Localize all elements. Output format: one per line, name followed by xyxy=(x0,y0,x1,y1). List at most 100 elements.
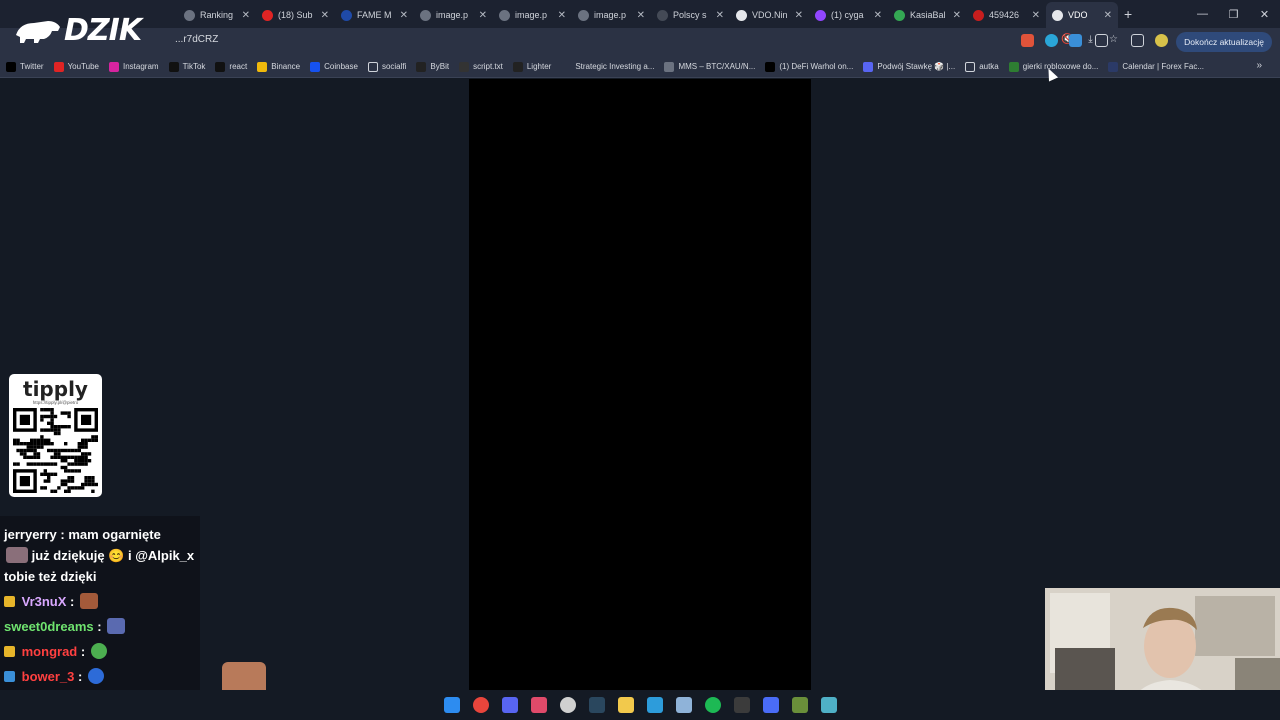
chat-message: sweet0dreams : xyxy=(4,616,196,637)
qr-module xyxy=(50,442,54,446)
windows-icon[interactable] xyxy=(443,697,460,713)
bookmark-label: gierki robloxowe do... xyxy=(1022,62,1099,71)
bookmark-item[interactable]: Calendar | Forex Fac... xyxy=(1108,61,1204,72)
qr-module xyxy=(43,438,47,442)
bookmark-item[interactable]: MMS – BTC/XAU/N... xyxy=(664,61,755,72)
extensions-puzzle-icon[interactable] xyxy=(1095,34,1108,47)
tab[interactable]: VDO.Nin ✕ xyxy=(730,2,809,28)
close-tab-icon[interactable]: ✕ xyxy=(558,10,566,21)
bookmark-label: react xyxy=(229,62,248,71)
qr-module xyxy=(64,448,68,453)
bookmark-item[interactable]: TikTok xyxy=(168,61,205,72)
minimize-button[interactable]: — xyxy=(1187,8,1218,20)
xwindow-icon[interactable] xyxy=(762,697,779,713)
bookmark-star-icon[interactable]: ☆ xyxy=(1107,33,1120,46)
close-tab-icon[interactable]: ✕ xyxy=(479,10,487,21)
qr-module xyxy=(64,479,68,483)
bookmark-item[interactable]: Twitter xyxy=(6,61,44,72)
camera-icon[interactable] xyxy=(733,697,750,713)
tab[interactable]: image.p ✕ xyxy=(572,2,651,28)
qr-module xyxy=(43,462,47,466)
extension-icon[interactable] xyxy=(1069,34,1082,47)
edge-icon[interactable] xyxy=(646,697,663,713)
bookmark-list: Twitter YouTube Instagram TikTok react Binanc… xyxy=(6,61,1214,72)
bookmark-item[interactable]: YouTube xyxy=(53,61,99,72)
qr-module xyxy=(84,442,88,446)
qr-module xyxy=(53,431,58,436)
new-tab-button[interactable]: + xyxy=(1124,6,1132,22)
bookmark-item[interactable]: Instagram xyxy=(109,61,159,72)
close-tab-icon[interactable]: ✕ xyxy=(242,10,250,21)
bookmark-item[interactable]: ByBit xyxy=(416,61,449,72)
close-tab-icon[interactable]: ✕ xyxy=(716,10,724,21)
close-tab-icon[interactable]: ✕ xyxy=(400,10,408,21)
emote-icon xyxy=(90,643,107,659)
discord-icon[interactable] xyxy=(501,697,518,713)
close-tab-icon[interactable]: ✕ xyxy=(874,10,882,21)
steam-icon[interactable] xyxy=(588,697,605,713)
folder-icon[interactable] xyxy=(617,697,634,713)
bookmark-item[interactable]: script.txt xyxy=(459,61,503,72)
qr-module xyxy=(77,459,81,463)
folder-icon xyxy=(965,61,976,72)
bookmark-item[interactable]: socialfi xyxy=(367,61,406,72)
qr-module xyxy=(81,455,85,459)
qr-module xyxy=(36,452,41,456)
qr-module xyxy=(47,448,51,453)
bookmark-item[interactable]: autka xyxy=(965,61,999,72)
tab-title: Ranking xyxy=(200,10,234,20)
reading-list-icon[interactable] xyxy=(1131,34,1144,47)
bookmark-item[interactable]: Podwój Stawkę 🎲 |... xyxy=(863,61,955,72)
qr-module xyxy=(43,442,47,446)
more-bookmarks-icon[interactable]: » xyxy=(1256,60,1262,71)
bookmark-item[interactable]: react xyxy=(215,61,248,72)
chrome-icon[interactable] xyxy=(472,697,489,713)
tab[interactable]: (1) cyga ✕ xyxy=(809,2,888,28)
qr-module xyxy=(43,479,47,483)
snip-icon[interactable] xyxy=(530,697,547,713)
qr-module xyxy=(40,414,44,419)
qr-module xyxy=(40,435,44,439)
qr-module xyxy=(43,428,47,432)
minecraft-icon[interactable] xyxy=(791,697,808,713)
close-tab-icon[interactable]: ✕ xyxy=(637,10,645,21)
qr-module xyxy=(74,469,78,473)
bookmark-label: Twitter xyxy=(20,62,44,71)
tab[interactable]: Ranking ✕ xyxy=(178,2,256,28)
close-window-button[interactable]: ✕ xyxy=(1249,8,1280,21)
tab[interactable]: image.p ✕ xyxy=(493,2,572,28)
close-tab-icon[interactable]: ✕ xyxy=(795,10,803,21)
tab[interactable]: VDO ✕ xyxy=(1046,2,1118,28)
spotify-icon[interactable] xyxy=(704,697,721,713)
qr-module xyxy=(57,431,61,436)
bookmark-item[interactable]: Strategic Investing a... xyxy=(561,61,654,72)
bookmark-item[interactable]: Binance xyxy=(257,61,300,72)
close-tab-icon[interactable]: ✕ xyxy=(321,10,329,21)
tab[interactable]: (18) Sub ✕ xyxy=(256,2,335,28)
close-tab-icon[interactable]: ✕ xyxy=(1104,10,1112,21)
qr-module xyxy=(16,448,20,453)
restore-button[interactable]: ❐ xyxy=(1218,8,1249,21)
avatar[interactable] xyxy=(1155,34,1168,47)
close-tab-icon[interactable]: ✕ xyxy=(953,10,961,21)
tab[interactable]: Polscy s ✕ xyxy=(651,2,730,28)
extension-icon[interactable] xyxy=(1045,34,1058,47)
address-bar[interactable]: ...r7dCRZ xyxy=(175,34,218,45)
bookmark-item[interactable]: (1) DeFi Warhol on... xyxy=(765,61,853,72)
update-button[interactable]: Dokończ aktualizację xyxy=(1176,32,1272,52)
bookmark-item[interactable]: Lighter xyxy=(512,61,551,72)
tool-icon[interactable] xyxy=(675,697,692,713)
notes-icon[interactable] xyxy=(820,697,837,713)
extension-icon[interactable] xyxy=(1021,34,1034,47)
video-player[interactable] xyxy=(469,79,811,690)
qr-module xyxy=(47,442,51,446)
bookmark-item[interactable]: Coinbase xyxy=(310,61,358,72)
tab[interactable]: FAME M ✕ xyxy=(335,2,414,28)
tab[interactable]: KasiaBal ✕ xyxy=(888,2,967,28)
tab[interactable]: 459426 ✕ xyxy=(967,2,1046,28)
obs-icon[interactable] xyxy=(559,697,576,713)
close-tab-icon[interactable]: ✕ xyxy=(1032,10,1040,21)
qr-module xyxy=(67,425,71,429)
tab[interactable]: image.p ✕ xyxy=(414,2,493,28)
qr-module xyxy=(84,445,88,449)
